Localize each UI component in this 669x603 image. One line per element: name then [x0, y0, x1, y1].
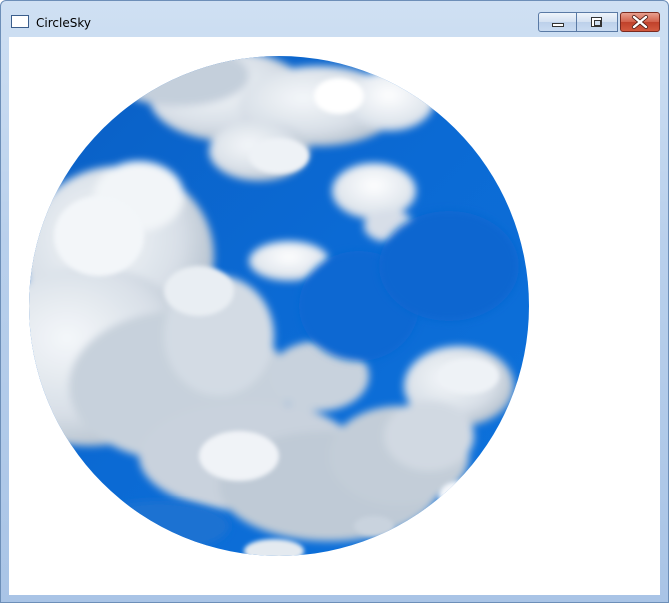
minimize-button[interactable] — [538, 12, 577, 32]
client-area — [9, 37, 660, 595]
sky-clouds-circle — [29, 56, 529, 556]
window-title: CircleSky — [36, 16, 91, 30]
app-window: CircleSky — [0, 0, 669, 603]
close-icon — [632, 15, 648, 29]
maximize-icon — [591, 17, 602, 27]
close-button[interactable] — [620, 12, 660, 32]
window-icon[interactable] — [11, 15, 29, 28]
maximize-button[interactable] — [577, 12, 618, 32]
minimize-icon — [552, 23, 564, 27]
title-bar[interactable]: CircleSky — [1, 1, 668, 37]
